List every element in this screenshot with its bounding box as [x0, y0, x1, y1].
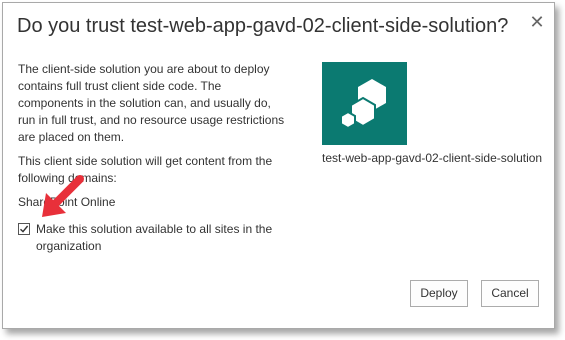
deploy-button[interactable]: Deploy [410, 280, 468, 307]
tenant-wide-checkbox[interactable] [18, 223, 30, 235]
solution-name: test-web-app-gavd-02-client-side-solutio… [322, 151, 543, 165]
trust-description: The client-side solution you are about t… [18, 62, 285, 144]
cancel-button[interactable]: Cancel [481, 280, 539, 307]
sharepoint-solution-logo-icon [322, 62, 407, 145]
dialog-title: Do you trust test-web-app-gavd-02-client… [17, 15, 509, 37]
tenant-wide-deploy-option[interactable]: Make this solution available to all site… [18, 221, 288, 255]
red-arrow-annotation-icon [42, 175, 84, 217]
checkmark-icon [20, 225, 29, 233]
close-icon[interactable]: ✕ [528, 13, 546, 31]
trust-dialog: Do you trust test-web-app-gavd-02-client… [2, 2, 555, 329]
tenant-wide-checkbox-label: Make this solution available to all site… [36, 222, 273, 253]
